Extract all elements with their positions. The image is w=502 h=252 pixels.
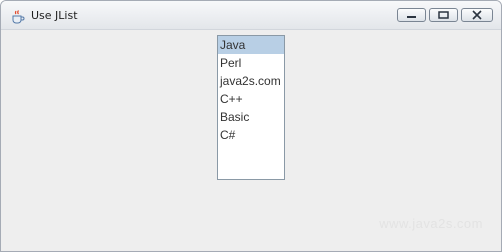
app-window: Use JList Java Perl java2s.com C++ Basic… [0, 0, 502, 252]
list-item-java[interactable]: Java [218, 36, 284, 54]
list-item-csharp[interactable]: C# [218, 126, 284, 144]
close-button[interactable] [461, 8, 493, 22]
minimize-icon [407, 16, 416, 18]
minimize-button[interactable] [397, 8, 426, 22]
java-cup-icon [11, 9, 25, 24]
watermark-text: www.java2s.com [379, 216, 483, 231]
list-item-cpp[interactable]: C++ [218, 90, 284, 108]
list-item-basic[interactable]: Basic [218, 108, 284, 126]
title-bar[interactable]: Use JList [1, 1, 501, 30]
language-list[interactable]: Java Perl java2s.com C++ Basic C# [217, 35, 285, 180]
list-item-perl[interactable]: Perl [218, 54, 284, 72]
window-title: Use JList [31, 9, 78, 22]
maximize-button[interactable] [429, 8, 458, 22]
maximize-icon [438, 11, 449, 19]
list-item-java2s[interactable]: java2s.com [218, 72, 284, 90]
close-icon [472, 10, 482, 20]
content-pane: Java Perl java2s.com C++ Basic C# www.ja… [9, 30, 493, 245]
